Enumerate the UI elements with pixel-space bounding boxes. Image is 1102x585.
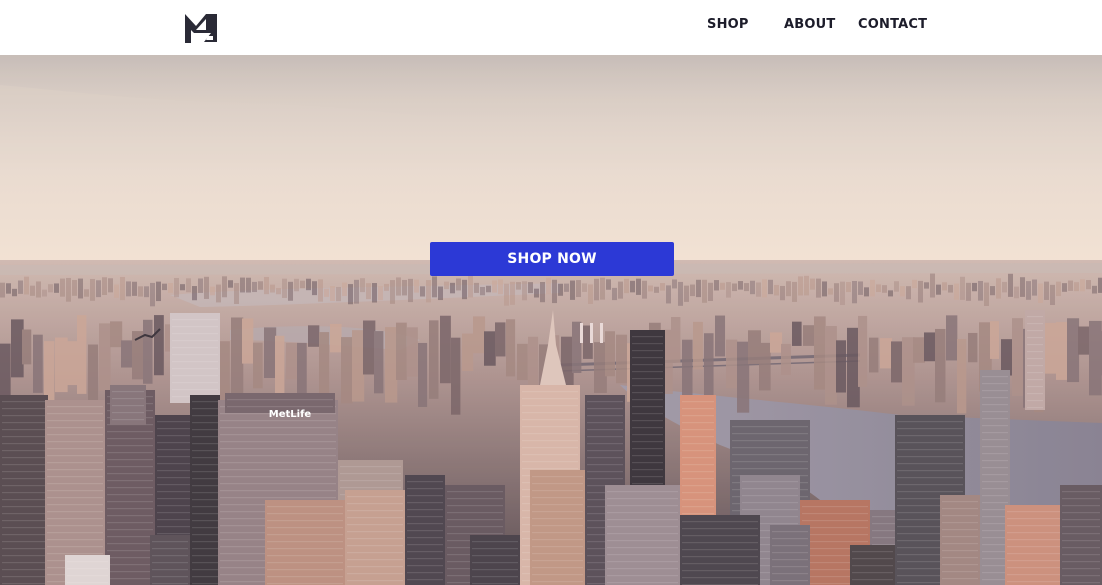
nav-shop[interactable]: SHOP bbox=[707, 17, 749, 32]
shop-now-button[interactable]: SHOP NOW bbox=[430, 242, 674, 276]
nav-contact[interactable]: CONTACT bbox=[858, 17, 927, 32]
city-skyline-background: MetLife bbox=[0, 55, 1102, 585]
haze-overlay bbox=[0, 55, 1102, 585]
hero-section: MetLife bbox=[0, 55, 1102, 585]
site-header: SHOP ABOUT CONTACT bbox=[0, 0, 1102, 55]
monogram-logo-icon[interactable] bbox=[184, 12, 218, 44]
nav-about[interactable]: ABOUT bbox=[784, 17, 835, 32]
metlife-sign: MetLife bbox=[269, 409, 312, 420]
